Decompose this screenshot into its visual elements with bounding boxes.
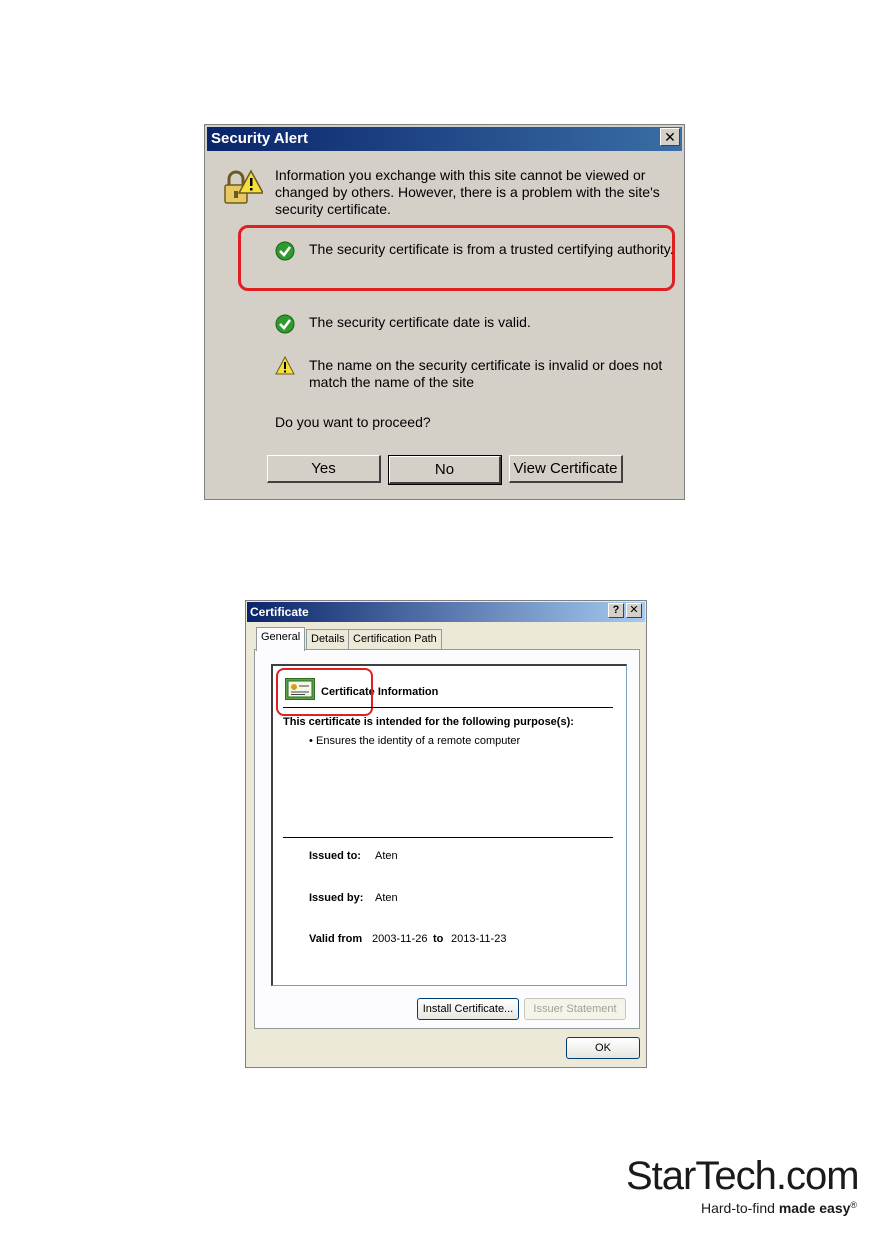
close-button[interactable]: ✕ — [660, 128, 680, 146]
purpose-heading: This certificate is intended for the fol… — [283, 716, 574, 728]
tab-general[interactable]: General — [256, 627, 306, 651]
warning-icon — [275, 356, 295, 375]
tagline-bold: made easy — [778, 1200, 851, 1216]
message-line-3: security certificate. — [275, 201, 391, 217]
valid-from-value: 2003-11-26 — [372, 933, 428, 945]
general-tab-panel: Certificate Information This certificate… — [254, 649, 640, 1029]
proceed-question: Do you want to proceed? — [275, 414, 431, 430]
registered-mark: ® — [850, 1200, 858, 1210]
ok-button[interactable]: OK — [566, 1037, 640, 1059]
issued-to-label: Issued to: — [309, 850, 361, 862]
valid-to-value: 2013-11-23 — [451, 933, 507, 945]
certificate-info-box: Certificate Information This certificate… — [271, 664, 627, 986]
logo-brand: StarTech.com — [626, 1154, 860, 1198]
issuer-statement-button[interactable]: Issuer Statement — [524, 998, 626, 1020]
tab-details[interactable]: Details — [306, 629, 350, 649]
certificate-dialog: Certificate ? ✕ General Details Certific… — [245, 600, 647, 1068]
logo-tagline: Hard-to-find made easy® — [701, 1200, 857, 1216]
help-button[interactable]: ? — [608, 603, 624, 618]
valid-to-label: to — [433, 933, 444, 945]
check-icon — [275, 241, 295, 261]
message-line-1: Information you exchange with this site … — [275, 167, 646, 183]
divider — [283, 837, 613, 838]
issued-by-value: Aten — [375, 892, 398, 904]
purpose-item: Ensures the identity of a remote compute… — [316, 735, 521, 747]
certificate-title: Certificate — [247, 602, 645, 622]
yes-button[interactable]: Yes — [267, 455, 381, 483]
tagline-plain: Hard-to-find — [701, 1200, 779, 1216]
check-trusted-authority: The security certificate is from a trust… — [309, 241, 674, 257]
valid-from-label: Valid from — [309, 933, 363, 945]
security-alert-dialog: Security Alert ✕ Information you exchang… — [204, 124, 685, 500]
purpose-bullet: • — [309, 735, 313, 747]
issued-to-value: Aten — [375, 850, 398, 862]
close-button[interactable]: ✕ — [626, 603, 642, 618]
highlight-box — [238, 225, 675, 291]
install-certificate-button[interactable]: Install Certificate... — [417, 998, 519, 1020]
warning-name-line-1: The name on the security certificate is … — [309, 357, 663, 373]
padlock-warning-icon — [224, 169, 263, 204]
check-date-valid: The security certificate date is valid. — [309, 314, 531, 330]
startech-logo: StarTech.com Hard-to-find made easy® — [626, 1154, 860, 1224]
no-button[interactable]: No — [388, 455, 502, 485]
check-icon — [275, 314, 295, 334]
tab-certification-path[interactable]: Certification Path — [348, 629, 442, 649]
issued-by-label: Issued by: — [309, 892, 364, 904]
message-line-2: changed by others. However, there is a p… — [275, 184, 660, 200]
divider — [283, 707, 613, 708]
view-certificate-button[interactable]: View Certificate — [509, 455, 623, 483]
warning-name-line-2: match the name of the site — [309, 374, 474, 390]
security-alert-title: Security Alert — [207, 127, 682, 151]
highlight-box — [276, 668, 373, 716]
